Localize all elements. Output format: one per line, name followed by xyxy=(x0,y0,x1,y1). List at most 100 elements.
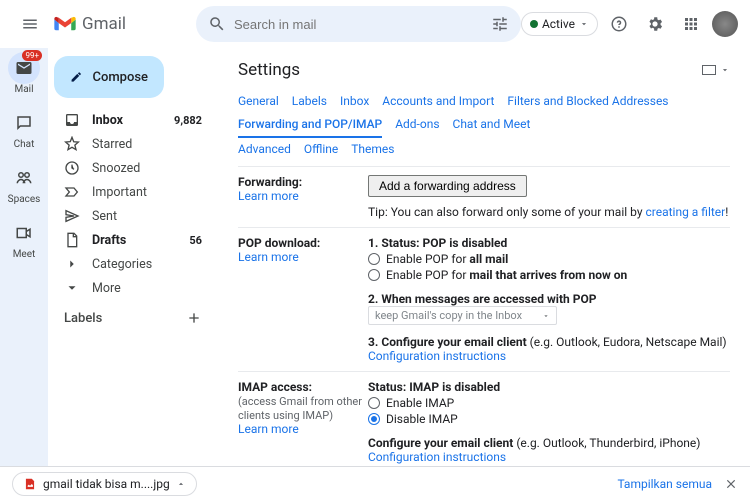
add-forwarding-button[interactable]: Add a forwarding address xyxy=(368,175,527,197)
compose-label: Compose xyxy=(92,70,148,85)
product-name: Gmail xyxy=(82,14,126,34)
send-icon xyxy=(64,208,80,224)
tab-filters[interactable]: Filters and Blocked Addresses xyxy=(507,90,668,113)
hamburger-icon xyxy=(21,15,39,33)
help-icon xyxy=(610,15,628,33)
rail-chat[interactable]: Chat xyxy=(8,107,40,150)
help-button[interactable] xyxy=(604,9,634,39)
settings-button[interactable] xyxy=(640,9,670,39)
close-downloads-button[interactable] xyxy=(724,477,738,491)
radio-icon xyxy=(368,253,380,265)
status-dot-icon xyxy=(530,20,538,28)
pop-learn-link[interactable]: Learn more xyxy=(238,250,299,264)
chevron-right-icon xyxy=(64,256,80,272)
tab-general[interactable]: General xyxy=(238,90,279,113)
chat-icon xyxy=(15,114,33,132)
mail-badge: 99+ xyxy=(22,50,42,61)
rail-chat-label: Chat xyxy=(14,139,35,150)
sidebar-item-more[interactable]: More xyxy=(54,276,212,300)
labels-heading: Labels xyxy=(64,311,102,326)
chevron-down-icon[interactable] xyxy=(720,65,730,75)
rail-spaces-label: Spaces xyxy=(8,194,41,205)
chevron-down-icon xyxy=(579,19,589,29)
pop-status: POP is disabled xyxy=(423,236,508,250)
mail-icon xyxy=(15,59,33,77)
sidebar-item-drafts[interactable]: Drafts56 xyxy=(54,228,212,252)
tab-inbox[interactable]: Inbox xyxy=(340,90,369,113)
imap-learn-link[interactable]: Learn more xyxy=(238,422,299,436)
search-box[interactable] xyxy=(196,6,521,42)
add-label-button[interactable] xyxy=(186,310,202,326)
pop-config-link[interactable]: Configuration instructions xyxy=(368,349,506,363)
tune-icon[interactable] xyxy=(491,15,509,33)
sidebar-item-snoozed[interactable]: Snoozed xyxy=(54,156,212,180)
imap-disable-option[interactable]: Disable IMAP xyxy=(368,412,730,426)
app-rail: 99+ Mail Chat Spaces Meet xyxy=(0,48,48,500)
pop-section: POP download: Learn more 1. Status: POP … xyxy=(238,227,730,371)
tab-forwarding[interactable]: Forwarding and POP/IMAP xyxy=(238,113,382,138)
star-icon xyxy=(64,136,80,152)
search-icon xyxy=(208,15,226,33)
create-filter-link[interactable]: creating a filter xyxy=(645,205,725,219)
radio-icon xyxy=(368,397,380,409)
imap-status: IMAP is disabled xyxy=(409,380,500,394)
apps-button[interactable] xyxy=(676,9,706,39)
tab-addons[interactable]: Add-ons xyxy=(395,113,439,136)
meet-icon xyxy=(15,224,33,242)
pencil-icon xyxy=(70,68,82,86)
forwarding-section: Forwarding: Learn more Add a forwarding … xyxy=(238,166,730,227)
chevron-down-icon xyxy=(542,312,550,320)
rail-spaces[interactable]: Spaces xyxy=(8,162,41,205)
settings-title: Settings xyxy=(238,60,300,80)
show-all-downloads-link[interactable]: Tampilkan semua xyxy=(617,477,712,491)
spaces-icon xyxy=(15,169,33,187)
rail-mail[interactable]: 99+ Mail xyxy=(8,52,40,95)
tab-accounts[interactable]: Accounts and Import xyxy=(382,90,494,113)
settings-panel: Settings General Labels Inbox Accounts a… xyxy=(218,48,750,500)
download-chip[interactable]: gmail tidak bisa m....jpg xyxy=(12,472,197,496)
gmail-m-icon xyxy=(54,16,76,32)
gmail-logo[interactable]: Gmail xyxy=(54,14,184,34)
sidebar-item-categories[interactable]: Categories xyxy=(54,252,212,276)
rail-meet-label: Meet xyxy=(13,249,36,260)
account-avatar[interactable] xyxy=(712,11,738,37)
pop-action-select[interactable]: keep Gmail's copy in the Inbox xyxy=(368,306,557,325)
chevron-up-icon xyxy=(176,479,186,489)
download-filename: gmail tidak bisa m....jpg xyxy=(43,477,170,491)
tab-chat-meet[interactable]: Chat and Meet xyxy=(453,113,531,136)
draft-icon xyxy=(64,232,80,248)
apps-grid-icon xyxy=(682,15,700,33)
tab-themes[interactable]: Themes xyxy=(351,138,394,161)
density-icon[interactable] xyxy=(702,65,716,75)
tab-advanced[interactable]: Advanced xyxy=(238,138,291,161)
main-menu-button[interactable] xyxy=(12,6,48,42)
clock-icon xyxy=(64,160,80,176)
sidebar-item-inbox[interactable]: Inbox9,882 xyxy=(54,108,212,132)
compose-button[interactable]: Compose xyxy=(54,56,164,98)
rail-mail-label: Mail xyxy=(14,84,33,95)
pop-enable-now-option[interactable]: Enable POP for mail that arrives from no… xyxy=(368,268,730,282)
sidebar-item-sent[interactable]: Sent xyxy=(54,204,212,228)
sidebar: Compose Inbox9,882 Starred Snoozed Impor… xyxy=(48,48,218,500)
image-file-icon xyxy=(23,477,37,491)
rail-meet[interactable]: Meet xyxy=(8,217,40,260)
gear-icon xyxy=(646,15,664,33)
plus-icon xyxy=(186,310,202,326)
pop-label: POP download: xyxy=(238,236,368,250)
imap-section: IMAP access: (access Gmail from other cl… xyxy=(238,371,730,472)
tab-offline[interactable]: Offline xyxy=(304,138,338,161)
sidebar-item-starred[interactable]: Starred xyxy=(54,132,212,156)
forwarding-learn-link[interactable]: Learn more xyxy=(238,189,299,203)
imap-label: IMAP access: xyxy=(238,380,368,394)
tab-labels[interactable]: Labels xyxy=(292,90,327,113)
sidebar-item-important[interactable]: Important xyxy=(54,180,212,204)
pop-enable-all-option[interactable]: Enable POP for all mail xyxy=(368,252,730,266)
radio-icon xyxy=(368,269,380,281)
forwarding-tip: Tip: You can also forward only some of y… xyxy=(368,205,730,219)
search-input[interactable] xyxy=(234,17,491,32)
status-chip[interactable]: Active xyxy=(521,12,598,36)
imap-config-link[interactable]: Configuration instructions xyxy=(368,450,506,464)
status-label: Active xyxy=(542,17,575,31)
downloads-bar: gmail tidak bisa m....jpg Tampilkan semu… xyxy=(0,466,750,500)
imap-enable-option[interactable]: Enable IMAP xyxy=(368,396,730,410)
